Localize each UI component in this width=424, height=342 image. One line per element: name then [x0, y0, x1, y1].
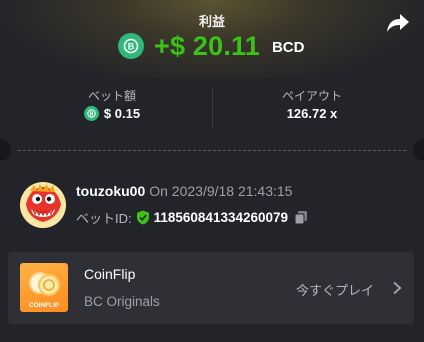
bet-amount-value: $ 0.15 [103, 106, 141, 121]
coinflip-thumbnail: COINFLIP [20, 263, 68, 312]
username[interactable]: touzoku00 [76, 183, 145, 199]
svg-text:B: B [128, 42, 135, 52]
coinflip-logo-text: COINFLIP [29, 302, 60, 309]
profit-amount: +$ 20.11 [154, 30, 260, 61]
copy-icon[interactable] [294, 210, 308, 225]
bet-amount-label: ベット額 [87, 89, 136, 103]
shield-check-icon [136, 210, 149, 225]
bet-id-label: ベットID: [76, 211, 132, 226]
bcd-coin-icon: B [118, 33, 144, 59]
user-info: touzoku00 On 2023/9/18 21:43:15 ベットID: 11… [20, 180, 410, 230]
payout-label: ペイアウト [281, 89, 342, 103]
profit-label: 利益 [198, 14, 225, 29]
dashed-divider [18, 150, 406, 151]
ticket-notch-right [413, 139, 424, 161]
user-line: touzoku00 On 2023/9/18 21:43:15 [76, 183, 292, 199]
game-name: CoinFlip [84, 266, 136, 282]
bet-time: On 2023/9/18 21:43:15 [149, 183, 293, 199]
bet-amount-value-row: B $ 0.15 [12, 106, 212, 121]
bcd-coin-icon: B [83, 106, 99, 121]
bet-id-row: ベットID: 118560841334260079 [76, 208, 308, 227]
payout-value: 126.72 x [286, 106, 338, 121]
game-card[interactable]: COINFLIP CoinFlip BC Originals 今すぐプレイ [8, 252, 414, 324]
ticket-notch-left [0, 139, 11, 161]
payout-stat: ペイアウト 126.72 x [212, 78, 412, 132]
chevron-right-icon[interactable] [392, 281, 402, 295]
bet-amount-stat: ベット額 B $ 0.15 [12, 78, 212, 132]
play-now-link[interactable]: 今すぐプレイ [296, 280, 374, 299]
svg-text:B: B [90, 111, 94, 117]
share-icon[interactable] [386, 12, 410, 34]
game-provider: BC Originals [84, 294, 160, 309]
currency-code: BCD [271, 39, 305, 56]
avatar[interactable] [20, 182, 66, 228]
bet-id-value: 118560841334260079 [153, 210, 289, 225]
profit-amount-row: B +$ 20.11 BCD [118, 30, 304, 62]
bet-stats: ベット額 B $ 0.15 ペイアウト 126.72 x [12, 78, 412, 132]
